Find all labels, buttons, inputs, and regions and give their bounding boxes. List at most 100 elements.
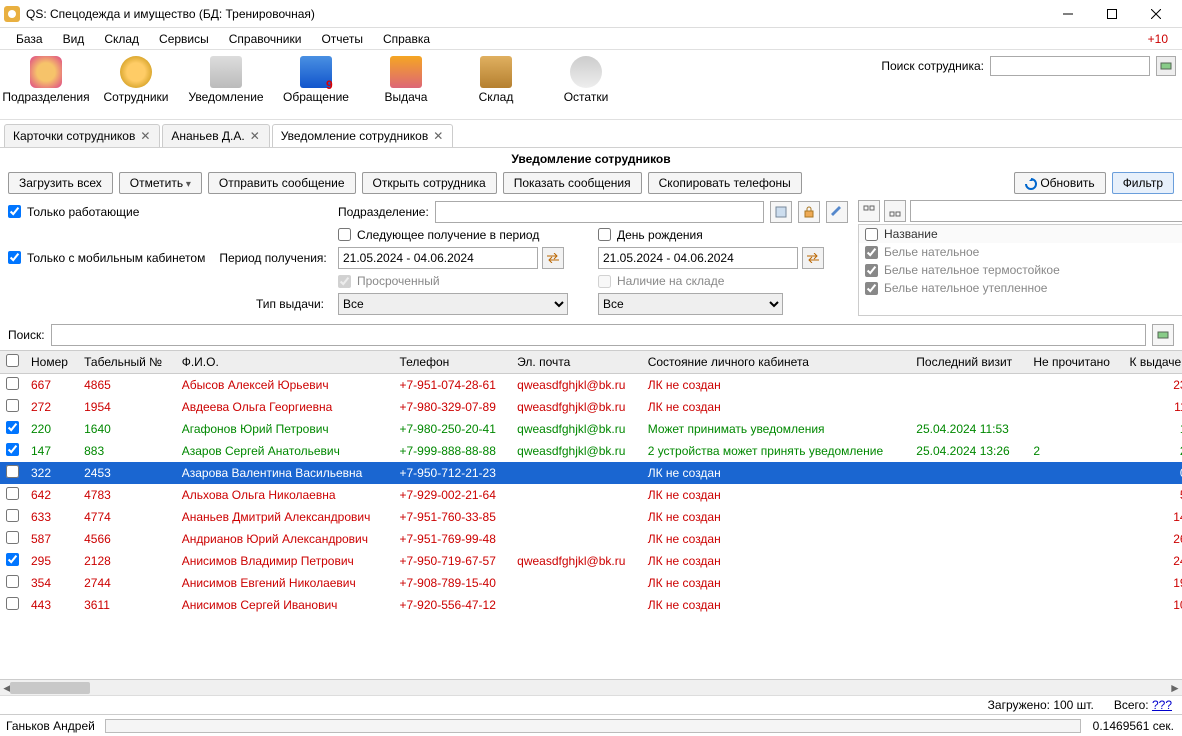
row-checkbox[interactable] — [6, 465, 19, 478]
toolbar-issue[interactable]: Выдача — [366, 54, 446, 106]
maximize-button[interactable] — [1090, 2, 1134, 26]
row-checkbox[interactable] — [6, 487, 19, 500]
col-expand-button[interactable] — [858, 200, 880, 222]
refresh-button[interactable]: Обновить — [1014, 172, 1105, 194]
show-messages-button[interactable]: Показать сообщения — [503, 172, 642, 194]
copy-phones-button[interactable]: Скопировать телефоны — [648, 172, 802, 194]
table-row[interactable]: 2721954Авдеева Ольга Георгиевна+7-980-32… — [0, 396, 1182, 418]
only-working-checkbox[interactable]: Только работающие — [8, 205, 328, 219]
division-input[interactable] — [435, 201, 764, 223]
table-row[interactable]: 5874566Андрианов Юрий Александрович+7-95… — [0, 528, 1182, 550]
division-lock-button[interactable] — [798, 201, 820, 223]
tab-employee-cards[interactable]: Карточки сотрудников ✕ — [4, 124, 160, 147]
category-item[interactable]: Белье нательное — [859, 243, 1182, 261]
in-stock-checkbox[interactable]: Наличие на складе — [598, 274, 848, 288]
search-employee-go-button[interactable] — [1156, 56, 1176, 76]
column-header[interactable]: Состояние личного кабинета — [642, 351, 911, 374]
toolbar-warehouse[interactable]: Склад — [456, 54, 536, 106]
column-header[interactable]: Табельный № — [78, 351, 176, 374]
only-mobile-checkbox[interactable]: Только с мобильным кабинетомПериод получ… — [8, 251, 328, 265]
close-icon[interactable]: ✕ — [432, 130, 444, 142]
toolbar-divisions[interactable]: Подразделения — [6, 54, 86, 106]
toolbar-employees[interactable]: Сотрудники — [96, 54, 176, 106]
total-link[interactable]: ??? — [1152, 698, 1172, 712]
column-header[interactable]: Телефон — [394, 351, 512, 374]
toolbar-balances[interactable]: Остатки — [546, 54, 626, 106]
row-checkbox[interactable] — [6, 377, 19, 390]
row-checkbox[interactable] — [6, 597, 19, 610]
pencil-icon — [831, 206, 843, 218]
table-row[interactable]: 147883Азаров Сергей Анатольевич+7-999-88… — [0, 440, 1182, 462]
table-row[interactable]: 6334774Ананьев Дмитрий Александрович+7-9… — [0, 506, 1182, 528]
column-header[interactable]: Эл. почта — [511, 351, 642, 374]
category-list[interactable]: Название Белье нательное Белье нательное… — [858, 224, 1182, 316]
horizontal-scrollbar[interactable]: ◄ ► — [0, 679, 1182, 695]
menu-directories[interactable]: Справочники — [219, 30, 312, 48]
send-message-button[interactable]: Отправить сообщение — [208, 172, 356, 194]
minimize-button[interactable] — [1046, 2, 1090, 26]
date1-sync-button[interactable] — [542, 247, 564, 269]
table-row[interactable]: 4433611Анисимов Сергей Иванович+7-920-55… — [0, 594, 1182, 616]
toolbar-appeal[interactable]: 9 Обращение — [276, 54, 356, 106]
menu-reports[interactable]: Отчеты — [311, 30, 372, 48]
card-icon — [390, 56, 422, 88]
scroll-right-arrow[interactable]: ► — [1168, 680, 1182, 696]
table-row[interactable]: 6674865Абысов Алексей Юрьевич+7-951-074-… — [0, 374, 1182, 396]
employee-table: НомерТабельный №Ф.И.О.ТелефонЭл. почтаСо… — [0, 351, 1182, 616]
row-checkbox[interactable] — [6, 399, 19, 412]
menu-base[interactable]: База — [6, 30, 53, 48]
birthday-checkbox[interactable]: День рождения — [598, 228, 848, 242]
menu-view[interactable]: Вид — [53, 30, 95, 48]
grid-search-icon-button[interactable] — [1152, 324, 1174, 346]
issue-type-select-2[interactable]: Все — [598, 293, 783, 315]
filter-button[interactable]: Фильтр — [1112, 172, 1174, 194]
close-button[interactable] — [1134, 2, 1178, 26]
table-row[interactable]: 2952128Анисимов Владимир Петрович+7-950-… — [0, 550, 1182, 572]
category-item[interactable]: Белье нательное утепленное — [859, 279, 1182, 297]
category-search-input[interactable] — [910, 200, 1182, 222]
column-header[interactable]: К выдаче — [1124, 351, 1182, 374]
next-receipt-checkbox[interactable]: Следующее получение в период — [338, 228, 588, 242]
menu-help[interactable]: Справка — [373, 30, 440, 48]
column-header[interactable]: Не прочитано — [1027, 351, 1123, 374]
column-header[interactable]: Ф.И.О. — [176, 351, 394, 374]
row-checkbox[interactable] — [6, 443, 19, 456]
table-row[interactable]: 3542744Анисимов Евгений Николаевич+7-908… — [0, 572, 1182, 594]
row-checkbox[interactable] — [6, 509, 19, 522]
column-header[interactable]: Номер — [25, 351, 78, 374]
col-collapse-button[interactable] — [884, 200, 906, 222]
category-item[interactable]: Белье нательное термостойкое — [859, 261, 1182, 279]
action-buttons-row: Загрузить всех Отметить Отправить сообще… — [0, 170, 1182, 196]
open-employee-button[interactable]: Открыть сотрудника — [362, 172, 497, 194]
overdue-checkbox[interactable]: Просроченный — [338, 274, 588, 288]
menu-warehouse[interactable]: Склад — [94, 30, 149, 48]
load-all-button[interactable]: Загрузить всех — [8, 172, 113, 194]
employee-table-wrap[interactable]: НомерТабельный №Ф.И.О.ТелефонЭл. почтаСо… — [0, 350, 1182, 679]
table-row[interactable]: 2201640Агафонов Юрий Петрович+7-980-250-… — [0, 418, 1182, 440]
select-all-checkbox[interactable] — [6, 354, 19, 367]
table-row[interactable]: 3222453Азарова Валентина Васильевна+7-95… — [0, 462, 1182, 484]
period-date-2[interactable] — [598, 247, 798, 269]
column-header[interactable]: Последний визит — [910, 351, 1027, 374]
table-row[interactable]: 6424783Альхова Ольга Николаевна+7-929-00… — [0, 484, 1182, 506]
grid-search-input[interactable] — [51, 324, 1146, 346]
issue-type-select-1[interactable]: Все — [338, 293, 568, 315]
toolbar-notification[interactable]: Уведомление — [186, 54, 266, 106]
swap-icon — [807, 253, 819, 263]
division-edit-button[interactable] — [826, 201, 848, 223]
mark-button[interactable]: Отметить — [119, 172, 202, 194]
tab-notifications[interactable]: Уведомление сотрудников ✕ — [272, 124, 454, 147]
close-icon[interactable]: ✕ — [139, 130, 151, 142]
menu-services[interactable]: Сервисы — [149, 30, 219, 48]
row-checkbox[interactable] — [6, 553, 19, 566]
date2-sync-button[interactable] — [802, 247, 824, 269]
close-icon[interactable]: ✕ — [249, 130, 261, 142]
row-checkbox[interactable] — [6, 575, 19, 588]
search-employee-input[interactable] — [990, 56, 1150, 76]
scroll-thumb[interactable] — [10, 682, 90, 694]
tab-ananiev[interactable]: Ананьев Д.А. ✕ — [162, 124, 269, 147]
row-checkbox[interactable] — [6, 421, 19, 434]
period-date-1[interactable] — [338, 247, 538, 269]
row-checkbox[interactable] — [6, 531, 19, 544]
division-pick-button[interactable] — [770, 201, 792, 223]
